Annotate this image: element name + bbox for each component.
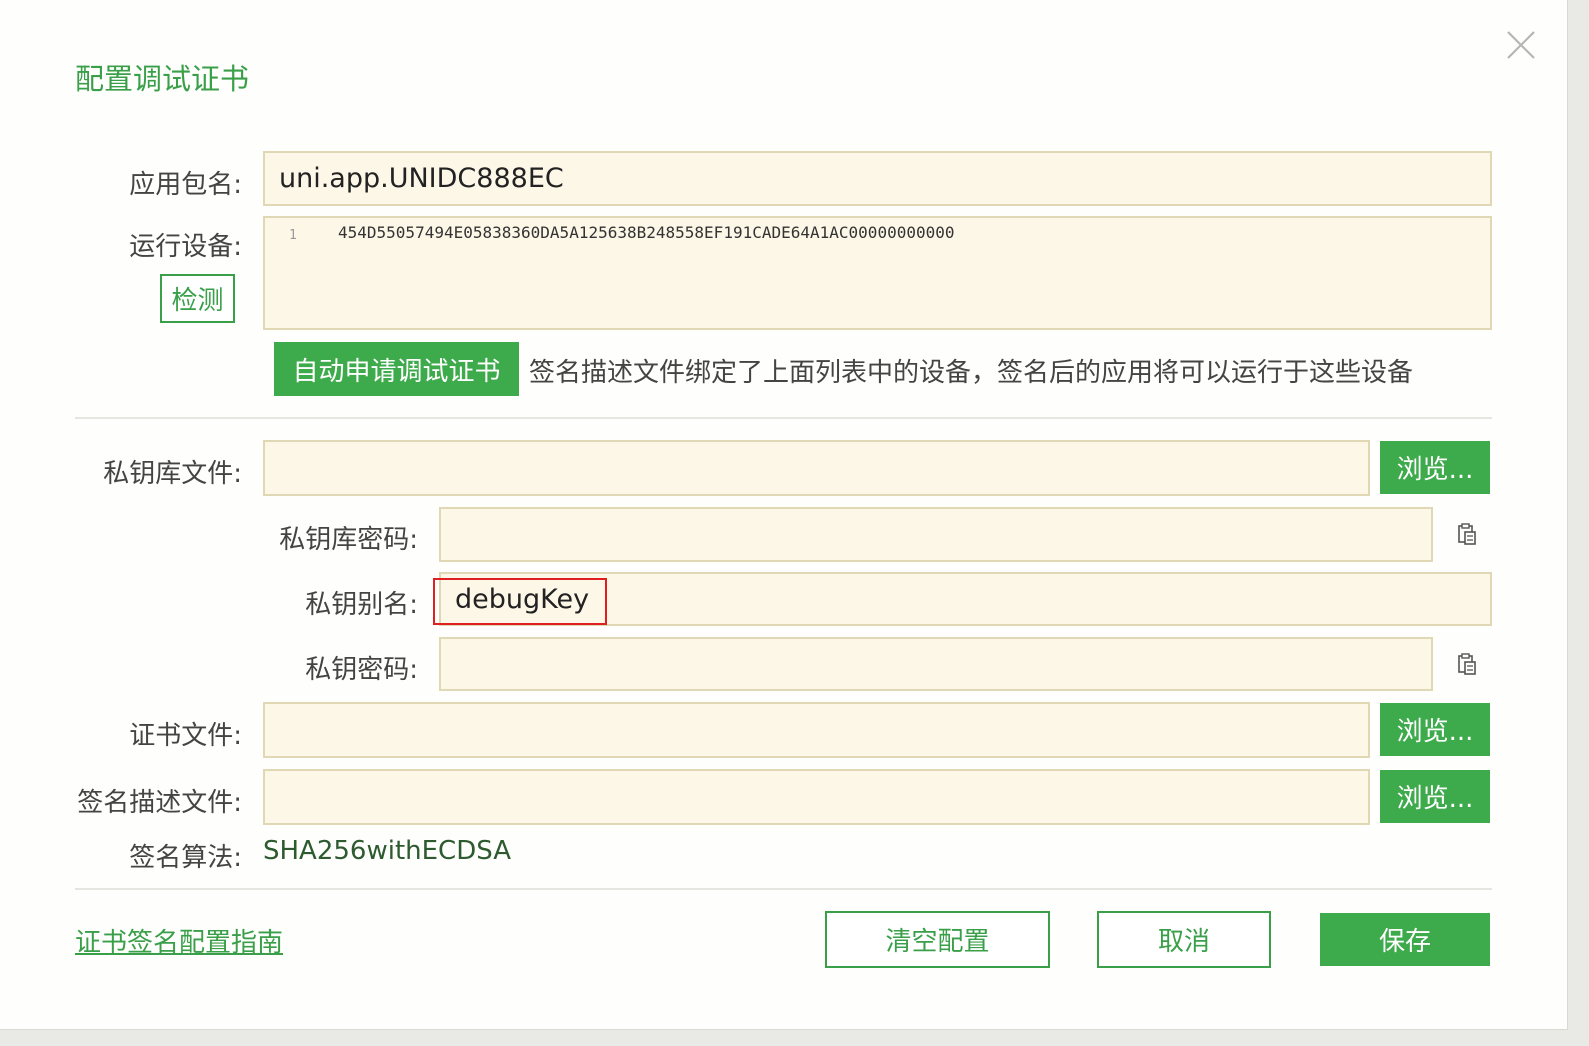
package-name-field[interactable]: uni.app.UNIDC888EC [263,151,1492,206]
profile-file-label: 签名描述文件: [77,788,242,818]
config-debug-certificate-dialog: 配置调试证书 应用包名: uni.app.UNIDC888EC 运行设备: 检测… [0,0,1568,1030]
certificate-file-label: 证书文件: [129,721,242,751]
clipboard-icon[interactable] [1456,652,1478,676]
profile-file-field[interactable] [263,769,1370,825]
keystore-file-label: 私钥库文件: [103,459,242,489]
clear-config-button[interactable]: 清空配置 [825,911,1050,968]
key-alias-value: debugKey [455,583,590,615]
section-divider [75,417,1492,419]
dialog-title: 配置调试证书 [75,62,250,96]
package-name-value: uni.app.UNIDC888EC [279,163,564,194]
line-number: 1 [289,228,297,243]
save-button[interactable]: 保存 [1320,913,1490,966]
key-alias-field[interactable]: debugKey [439,572,1492,626]
keystore-password-field[interactable] [439,507,1433,562]
device-list-editor[interactable]: 1 454D55057494E05838360DA5A125638B248558… [263,216,1492,330]
key-password-label: 私钥密码: [305,655,418,685]
signature-algorithm-label: 签名算法: [129,843,242,873]
cert-guide-link[interactable]: 证书签名配置指南 [75,922,283,959]
cancel-button[interactable]: 取消 [1097,911,1271,968]
detect-button[interactable]: 检测 [160,274,235,323]
close-icon[interactable] [1504,28,1538,62]
auto-request-cert-button[interactable]: 自动申请调试证书 [274,342,519,396]
package-name-label: 应用包名: [129,170,242,200]
signature-algorithm-value: SHA256withECDSA [263,836,512,866]
run-devices-label: 运行设备: [129,232,242,262]
key-password-field[interactable] [439,637,1433,691]
auto-request-hint: 签名描述文件绑定了上面列表中的设备，签名后的应用将可以运行于这些设备 [529,358,1414,388]
key-alias-label: 私钥别名: [305,590,418,620]
clipboard-icon[interactable] [1456,522,1478,546]
keystore-password-label: 私钥库密码: [279,525,418,555]
profile-browse-button[interactable]: 浏览... [1380,770,1490,823]
keystore-file-field[interactable] [263,440,1370,496]
device-id-line: 454D55057494E05838360DA5A125638B248558EF… [338,223,955,242]
footer-divider [75,888,1492,890]
keystore-browse-button[interactable]: 浏览... [1380,441,1490,494]
certificate-file-field[interactable] [263,702,1370,758]
certificate-browse-button[interactable]: 浏览... [1380,703,1490,756]
